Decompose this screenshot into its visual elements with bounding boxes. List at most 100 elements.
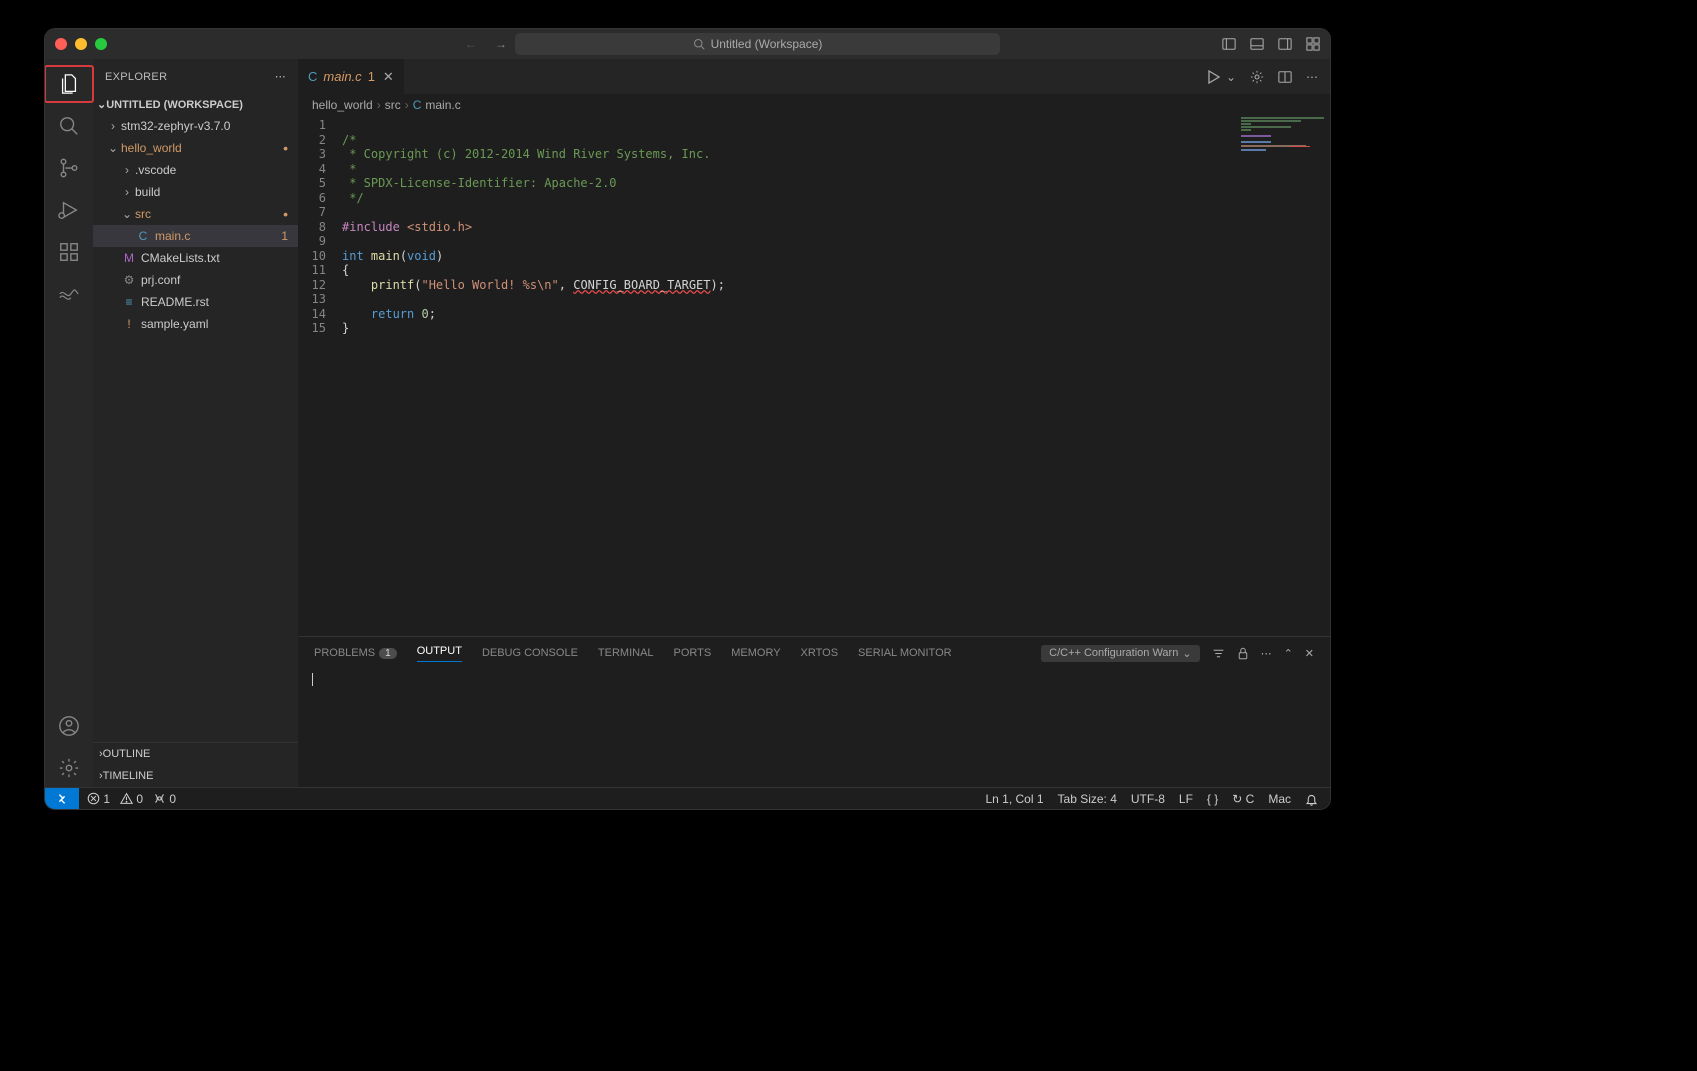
tab-problems[interactable]: PROBLEMS1 [314, 647, 397, 659]
c-file-icon: C [308, 69, 317, 84]
file-cmakelists[interactable]: M CMakeLists.txt [93, 247, 298, 269]
tab-terminal[interactable]: TERMINAL [598, 647, 654, 659]
tab-debug-console[interactable]: DEBUG CONSOLE [482, 647, 578, 659]
explorer-title: EXPLORER [105, 71, 167, 83]
tab-xrtos[interactable]: XRTOS [801, 647, 839, 659]
customize-layout-icon[interactable] [1306, 37, 1320, 51]
braces-status[interactable]: { } [1207, 792, 1218, 806]
encoding-status[interactable]: UTF-8 [1131, 792, 1165, 806]
file-main-c[interactable]: C main.c 1 [93, 225, 298, 247]
titlebar: ← → Untitled (Workspace) [45, 29, 1330, 59]
workspace-title: Untitled (Workspace) [711, 37, 823, 51]
toggle-primary-sidebar-icon[interactable] [1222, 37, 1236, 51]
activity-bar [45, 59, 93, 787]
folder-stm32[interactable]: › stm32-zephyr-v3.7.0 [93, 115, 298, 137]
warnings-status[interactable]: 0 [120, 792, 143, 806]
close-panel-icon[interactable]: ✕ [1305, 647, 1314, 660]
run-button[interactable] [1206, 69, 1222, 85]
folder-vscode[interactable]: › .vscode [93, 159, 298, 181]
file-sample-yaml[interactable]: ! sample.yaml [93, 313, 298, 335]
extensions-activity-icon[interactable] [45, 233, 94, 271]
chevron-down-icon: ⌄ [121, 207, 133, 221]
tab-ports[interactable]: PORTS [674, 647, 712, 659]
cmake-file-icon: M [121, 251, 137, 265]
folder-src[interactable]: ⌄ src • [93, 203, 298, 225]
lock-scroll-icon[interactable] [1237, 647, 1249, 660]
workspace-root[interactable]: ⌄ UNTITLED (WORKSPACE) [93, 94, 298, 115]
command-center[interactable]: Untitled (Workspace) [515, 33, 1000, 55]
cursor-position[interactable]: Ln 1, Col 1 [985, 792, 1043, 806]
info-file-icon: ≡ [121, 295, 137, 309]
indentation-status[interactable]: Tab Size: 4 [1058, 792, 1117, 806]
split-editor-icon[interactable] [1278, 70, 1292, 84]
close-tab-icon[interactable]: ✕ [383, 69, 394, 85]
breadcrumbs[interactable]: hello_world› src› C main.c [298, 94, 1330, 116]
tab-serial-monitor[interactable]: SERIAL MONITOR [858, 647, 952, 659]
eol-status[interactable]: LF [1179, 792, 1193, 806]
window-controls [55, 38, 107, 50]
file-prj-conf[interactable]: ⚙ prj.conf [93, 269, 298, 291]
tab-memory[interactable]: MEMORY [731, 647, 780, 659]
more-actions-icon[interactable]: ⋯ [1306, 70, 1318, 84]
zephyr-activity-icon[interactable] [45, 275, 94, 313]
nav-forward-button[interactable]: → [495, 37, 507, 51]
modified-dot-icon: • [283, 145, 288, 151]
tab-problem-count: 1 [368, 69, 375, 84]
errors-status[interactable]: 1 [87, 792, 110, 806]
os-status[interactable]: Mac [1268, 792, 1291, 806]
output-body[interactable] [298, 669, 1330, 787]
line-numbers: 123456789101112131415 [298, 116, 342, 636]
run-debug-activity-icon[interactable] [45, 191, 94, 229]
search-activity-icon[interactable] [45, 107, 94, 145]
editor-actions: ⌄ ⋯ [1206, 59, 1330, 94]
maximize-window-button[interactable] [95, 38, 107, 50]
output-channel-select[interactable]: C/C++ Configuration Warn⌄ [1041, 645, 1199, 662]
panel-tabs: PROBLEMS1 OUTPUT DEBUG CONSOLE TERMINAL … [298, 637, 1330, 669]
language-mode[interactable]: ↻ C [1232, 792, 1254, 806]
code-content: /* * Copyright (c) 2012-2014 Wind River … [342, 116, 725, 636]
notifications-icon[interactable] [1305, 793, 1318, 806]
maximize-panel-icon[interactable]: ⌃ [1284, 647, 1293, 660]
accounts-activity-icon[interactable] [45, 707, 94, 745]
run-dropdown-icon[interactable]: ⌄ [1226, 70, 1236, 84]
chevron-down-icon: ⌄ [1182, 647, 1191, 660]
minimize-window-button[interactable] [75, 38, 87, 50]
cursor-icon [312, 673, 313, 686]
editor-tabs: C main.c 1 ✕ ⌄ ⋯ [298, 59, 1330, 94]
tab-main-c[interactable]: C main.c 1 ✕ [298, 59, 404, 94]
toggle-panel-icon[interactable] [1250, 37, 1264, 51]
remote-button[interactable] [45, 788, 79, 809]
toggle-secondary-sidebar-icon[interactable] [1278, 37, 1292, 51]
chevron-right-icon: › [121, 185, 133, 199]
settings-activity-icon[interactable] [45, 749, 94, 787]
filter-icon[interactable] [1212, 647, 1225, 660]
chevron-down-icon: ⌄ [97, 98, 106, 111]
folder-hello-world[interactable]: ⌄ hello_world • [93, 137, 298, 159]
file-readme[interactable]: ≡ README.rst [93, 291, 298, 313]
timeline-section[interactable]: › TIMELINE [93, 765, 298, 787]
modified-dot-icon: • [283, 211, 288, 217]
app-window: ← → Untitled (Workspace) [45, 29, 1330, 809]
outline-section[interactable]: › OUTLINE [93, 743, 298, 765]
c-file-icon: C [135, 229, 151, 243]
close-window-button[interactable] [55, 38, 67, 50]
code-editor[interactable]: 123456789101112131415 /* * Copyright (c)… [298, 116, 1330, 636]
yaml-file-icon: ! [121, 317, 137, 331]
ports-status[interactable]: 0 [153, 792, 176, 806]
folder-build[interactable]: › build [93, 181, 298, 203]
configure-icon[interactable] [1250, 70, 1264, 84]
nav-arrows: ← → [465, 37, 507, 51]
source-control-activity-icon[interactable] [45, 149, 94, 187]
editor-group: C main.c 1 ✕ ⌄ ⋯ hello_world› src› C mai… [298, 59, 1330, 787]
explorer-more-icon[interactable]: ⋯ [275, 70, 286, 83]
panel-more-icon[interactable]: ⋯ [1261, 647, 1272, 660]
chevron-right-icon: › [107, 119, 119, 133]
c-file-icon: C [413, 98, 422, 112]
nav-back-button[interactable]: ← [465, 37, 477, 51]
explorer-activity-icon[interactable] [45, 65, 94, 103]
search-icon [693, 38, 705, 50]
tab-output[interactable]: OUTPUT [417, 645, 462, 662]
minimap[interactable] [1235, 116, 1330, 176]
chevron-down-icon: ⌄ [107, 141, 119, 155]
chevron-right-icon: › [121, 163, 133, 177]
